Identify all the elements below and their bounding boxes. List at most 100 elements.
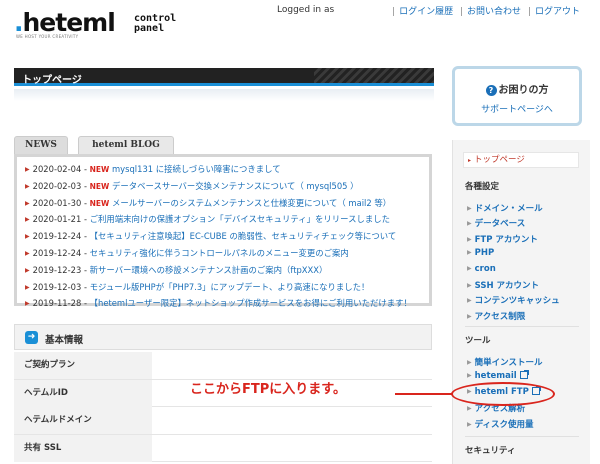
sidebar-item[interactable]: ▶ ディスク使用量 [467, 418, 534, 430]
sidebar-item-label: FTP アカウント [474, 234, 538, 245]
news-link[interactable]: ご利用端末向けの保護オプション「デバイスセキュリティ」をリリースしました [90, 214, 390, 224]
bullet-arrow-icon: ▶ [467, 405, 472, 413]
news-date: 2020-02-04 [32, 164, 82, 174]
info-row: ヘテムルドメイン [14, 407, 432, 435]
annotation-ellipse [451, 382, 555, 406]
news-item: ▶ 2019-12-24 - セキュリティ強化に伴うコントロールパネルのメニュー変… [25, 245, 429, 262]
basic-info-table: ご契約プラン ヘテムルID ヘテムルドメイン 共有 SSL [14, 352, 432, 462]
news-link[interactable]: データベースサーバー交換メンテナンスについて（ mysql505 ） [112, 181, 359, 191]
sidebar-item-label: データベース [474, 219, 526, 230]
bullet-arrow-icon: ▶ [25, 249, 30, 257]
news-date: 2020-01-30 [32, 197, 82, 208]
news-sep: - [81, 298, 90, 309]
sidebar-item[interactable]: ▶ FTP アカウント [467, 233, 538, 245]
sidebar-item-label: ドメイン・メール [474, 204, 543, 214]
sidebar-divider [465, 326, 579, 327]
sidebar-item-top-page[interactable]: ▸ トップページ [463, 152, 579, 168]
news-sep: - [81, 281, 90, 292]
bullet-arrow-icon: ▶ [467, 420, 472, 428]
bullet-arrow-icon: ▶ [467, 282, 472, 289]
sidebar-item[interactable]: ▶ コンテンツキャッシュ [467, 294, 560, 306]
title-shadow [14, 89, 434, 101]
sidebar-item-label: cron [474, 263, 496, 274]
bullet-arrow-icon: ▶ [25, 199, 30, 207]
sidebar-item-label: PHP [474, 248, 495, 259]
news-item: ▶ 2020-01-21 - ご利用端末向けの保護オプション「デバイスセキュリティ… [25, 211, 429, 228]
bullet-arrow-icon: ▶ [25, 216, 30, 224]
bullet-arrow-icon: ▶ [467, 205, 472, 212]
sidebar-heading-security: セキュリティ [465, 446, 516, 456]
news-link[interactable]: 新サーバー環境への移設メンテナンス計画のご案内（ftpXXX） [90, 265, 328, 275]
logout-link[interactable]: ログアウト [535, 7, 580, 17]
news-date: 2020-01-21 [32, 214, 82, 225]
info-key: ヘテムルID [14, 379, 152, 407]
page-title-bar: トップページ [14, 68, 434, 86]
news-link[interactable]: 【hetemlユーザー限定】ネットショップ作成サービスをお得にご利用いただけます… [90, 298, 412, 308]
heteml-logo[interactable]: .heteml control panel WE HOST YOUR CREATI… [10, 8, 190, 42]
sidebar-item[interactable]: ▶ PHP [467, 248, 494, 258]
news-date: 2019-12-24 [32, 247, 82, 258]
logged-in-label: Logged in as [277, 5, 335, 15]
news-sep: - [81, 264, 90, 275]
new-badge: NEW [89, 198, 110, 208]
info-key: ヘテムルドメイン [14, 407, 152, 434]
external-link-icon [519, 370, 529, 380]
bullet-arrow-icon: ▶ [25, 166, 30, 173]
help-box: ? お困りの方 サポートページへ [452, 66, 582, 126]
sidebar-heading-settings: 各種設定 [465, 182, 500, 192]
news-date: 2019-11-28 [32, 298, 82, 309]
header: .heteml control panel WE HOST YOUR CREATI… [0, 0, 600, 50]
sidebar-item-label: SSH アカウント [474, 281, 540, 291]
news-item: ▶ 2019-11-28 - 【hetemlユーザー限定】ネットショップ作成サービ… [25, 295, 429, 312]
tab-news[interactable]: NEWS [14, 136, 68, 154]
sidebar-item-label: 簡単インストール [474, 358, 543, 368]
news-item: ▶ 2019-12-03 - モジュール版PHPが「PHP7.3」にアップデート、… [25, 279, 429, 296]
tab-heteml-blog[interactable]: heteml BLOG [78, 136, 174, 154]
sidebar-item-label: コンテンツキャッシュ [474, 296, 560, 307]
news-link[interactable]: モジュール版PHPが「PHP7.3」にアップデート、より高速になりました！ [90, 282, 370, 292]
contact-link[interactable]: お問い合わせ [467, 7, 521, 17]
bullet-arrow-icon: ▶ [25, 182, 30, 190]
help-title: お困りの方 [498, 85, 549, 96]
sidebar-item[interactable]: ▶ アクセス制限 [467, 310, 525, 322]
news-sep: - [81, 247, 90, 258]
login-history-link[interactable]: ログイン履歴 [399, 7, 453, 17]
title-bar-stripes [314, 68, 434, 83]
bullet-arrow-icon: ▶ [467, 297, 472, 305]
news-panel: ▶ 2020-02-04 - NEW mysql131 に接続しづらい障害につきま… [14, 154, 432, 308]
news-item: ▶ 2020-02-04 - NEW mysql131 に接続しづらい障害につきま… [25, 161, 429, 178]
basic-info-title: 基本情報 [45, 335, 84, 346]
news-link[interactable]: メールサーバーのシステムメンテナンスと仕様変更について（ mail2 等） [112, 198, 391, 208]
news-sep: - [81, 231, 90, 242]
arrow-badge-icon: ➜ [25, 331, 38, 344]
logo-subtitle: control panel [134, 13, 177, 34]
sidebar-item[interactable]: ▶ データベース [467, 217, 525, 229]
new-badge: NEW [89, 165, 110, 174]
sidebar: ▸ トップページ 各種設定 ▶ ドメイン・メール ▶ データベース ▶ FTP アカウント ▶… [452, 140, 590, 464]
bullet-arrow-icon: ▶ [25, 300, 30, 308]
bullet-arrow-icon: ▶ [25, 233, 30, 241]
bullet-arrow-icon: ▶ [25, 266, 30, 274]
news-sep: - [81, 164, 90, 174]
sidebar-item[interactable]: ▶ SSH アカウント [467, 279, 539, 291]
support-page-link[interactable]: サポートページへ [455, 102, 579, 115]
news-date: 2019-12-23 [32, 264, 82, 275]
news-sep: - [81, 197, 90, 208]
bullet-arrow-icon: ▶ [467, 235, 472, 243]
sidebar-item[interactable]: ▶ cron [467, 264, 496, 274]
bullet-arrow-icon: ▶ [25, 283, 30, 291]
news-link[interactable]: セキュリティ強化に伴うコントロールパネルのメニュー変更のご案内 [90, 248, 349, 258]
news-date: 2019-12-03 [32, 281, 82, 292]
sidebar-item-label: ディスク使用量 [474, 419, 534, 430]
sidebar-item-label: アクセス制限 [474, 311, 526, 322]
news-link[interactable]: mysql131 に接続しづらい障害につきまして [112, 164, 281, 174]
news-sep: - [81, 180, 90, 191]
news-item: ▶ 2020-01-30 - NEW メールサーバーのシステムメンテナンスと仕様変… [25, 195, 429, 212]
bullet-arrow-icon: ▶ [467, 372, 472, 380]
sidebar-item[interactable]: ▶ ドメイン・メール [467, 202, 543, 214]
news-link[interactable]: 【セキュリティ注意喚起】EC-CUBE の脆弱性、セキュリティチェック等について [90, 231, 397, 241]
sidebar-item[interactable]: ▶ hetemail [467, 370, 529, 381]
sidebar-item[interactable]: ▶ 簡単インストール [467, 356, 542, 368]
bullet-arrow-icon: ▶ [467, 264, 472, 272]
page-title: トップページ [22, 75, 82, 86]
